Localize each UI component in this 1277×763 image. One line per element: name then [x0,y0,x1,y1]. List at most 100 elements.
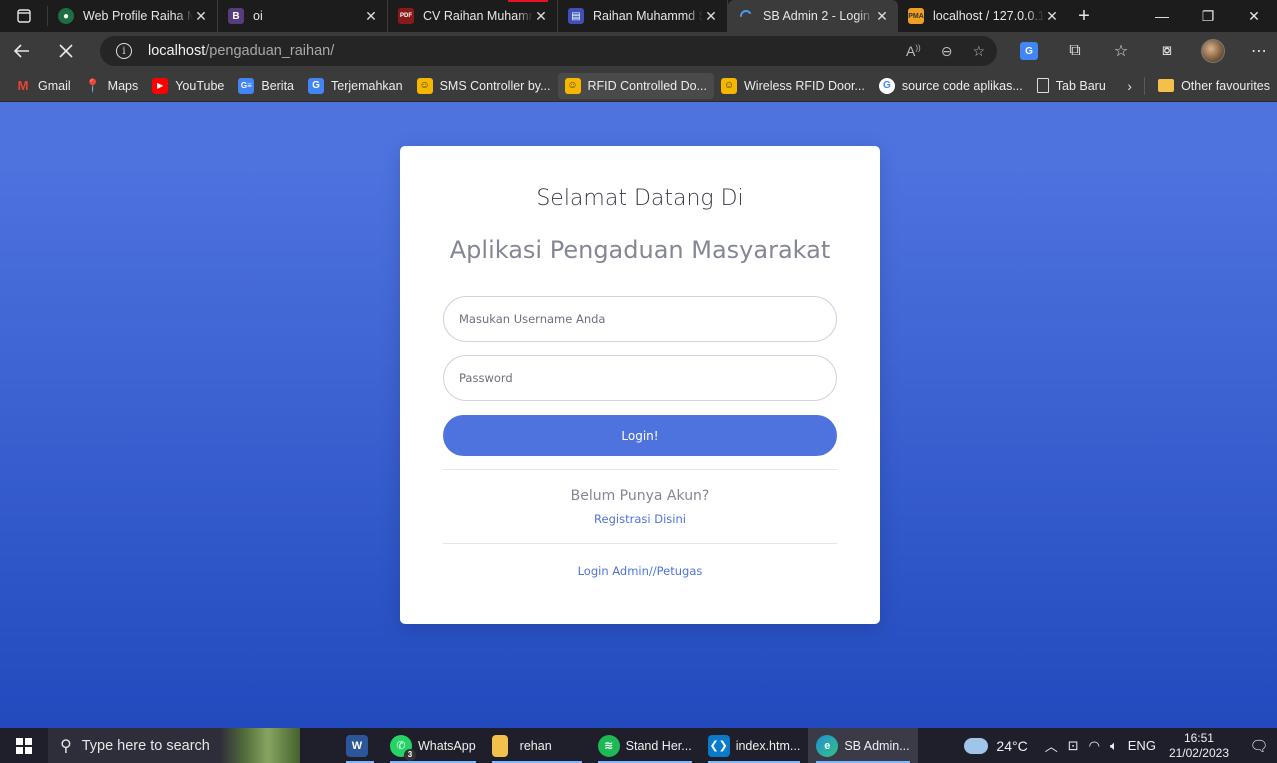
zoom-icon[interactable]: ⊖ [941,43,953,60]
taskbar-app-edge[interactable]: e SB Admin... [808,728,918,763]
tab-actions-button[interactable] [0,6,48,26]
weather-widget[interactable]: 24°C [961,734,1028,754]
close-tab-icon[interactable]: ✕ [703,8,719,25]
clock[interactable]: 16:51 21/02/2023 [1169,731,1229,761]
search-icon: ⚲ [60,737,72,755]
browser-tab[interactable]: PMA localhost / 127.0.0.1 ✕ [898,0,1068,32]
taskbar-app-whatsapp[interactable]: ✆ 3 WhatsApp [382,728,484,763]
app-title: Aplikasi Pengaduan Masyarakat [449,236,831,264]
username-input[interactable] [443,296,837,342]
read-aloud-icon[interactable]: A)) [906,43,921,60]
tab-title: CV Raihan Muhamm [423,9,533,23]
translate-icon: G [1020,42,1038,60]
address-bar[interactable]: i localhost /pengaduan_raihan/ A)) ⊖ ☆ [100,36,997,66]
close-tab-icon[interactable]: ✕ [363,8,379,25]
stop-loading-button[interactable] [44,32,88,70]
language-indicator[interactable]: ENG [1128,738,1156,753]
taskbar-app-spotify[interactable]: ≋ Stand Her... [590,728,700,763]
close-tab-icon[interactable]: ✕ [533,8,549,25]
divider [443,543,837,544]
bookmark-tab-baru[interactable]: Tab Baru [1030,73,1113,99]
bookmark-label: Berita [261,78,295,93]
bookmark-maps[interactable]: 📍 Maps [78,73,146,99]
notification-center-icon[interactable]: 🗨︎ [1241,737,1277,755]
show-hidden-icons-chevron-icon[interactable]: ︿ [1045,736,1058,755]
bookmark-terjemahkan[interactable]: G Terjemahkan [301,73,410,99]
login-button[interactable]: Login! [443,415,837,456]
volume-icon[interactable]: 🔈︎ [1110,738,1118,754]
collections-button[interactable]: ⧇ [1144,32,1190,70]
register-link[interactable]: Registrasi Disini [400,512,880,526]
site-info-icon[interactable]: i [116,43,132,59]
gmail-icon: M [17,78,29,93]
window-controls: — ❐ ✕ [1139,0,1277,32]
bookmark-youtube[interactable]: ▶ YouTube [145,73,231,99]
settings-menu-button[interactable]: ⋯ [1236,32,1277,70]
taskbar-app-explorer[interactable]: rehan [484,728,590,763]
profile-button[interactable] [1190,32,1236,70]
tab-actions-icon [16,9,31,23]
browser-tab[interactable]: PDF CV Raihan Muhamm ✕ [388,0,558,32]
bookmark-label: RFID Controlled Do... [587,78,707,93]
more-options-icon: ⋯ [1251,43,1267,60]
bookmark-label: Gmail [38,78,71,93]
tab-title: oi [253,9,263,23]
youtube-icon: ▶ [152,77,169,94]
wifi-icon[interactable]: ◠ [1089,738,1100,754]
new-tab-button[interactable]: + [1068,0,1100,32]
minimize-button[interactable]: — [1139,0,1185,32]
taskbar-app-label: index.htm... [735,738,801,753]
bookmark-rfid-controlled[interactable]: ☺ RFID Controlled Do... [557,72,714,99]
browser-tab[interactable]: B oi ✕ [218,0,388,32]
close-tab-icon[interactable]: ✕ [874,8,890,25]
bookmark-label: source code aplikas... [901,78,1023,93]
taskbar-app-label: WhatsApp [418,738,476,753]
extensions-button[interactable]: ⧉ [1052,32,1098,70]
clock-date: 21/02/2023 [1168,745,1229,760]
instructables-icon: ☺ [416,77,433,94]
browser-tab[interactable]: ▤ Raihan Muhammd S ✕ [558,0,728,32]
admin-login-link[interactable]: Login Admin//Petugas [400,564,880,578]
search-placeholder: Type here to search [81,737,210,754]
search-highlight-image [220,728,300,763]
bootstrap-icon: B [228,8,244,24]
close-tab-icon[interactable]: ✕ [1044,8,1060,25]
restore-button[interactable]: ❐ [1185,0,1231,32]
password-input[interactable] [443,355,837,401]
close-window-button[interactable]: ✕ [1231,0,1277,32]
news-icon: G≡ [238,77,255,94]
bookmark-label: Maps [107,78,139,93]
taskbar-app-label: rehan [519,738,552,753]
other-favourites-folder[interactable]: Other favourites [1151,73,1277,99]
maps-pin-icon: 📍 [84,77,101,93]
meet-now-icon[interactable]: ⊡ [1068,738,1079,754]
bookmark-berita[interactable]: G≡ Berita [231,73,301,99]
toolbar-actions: G ⧉ ☆ ⧇ ⋯ [1006,32,1277,70]
bookmark-sms-controller[interactable]: ☺ SMS Controller by... [410,73,558,99]
taskbar-app-vscode[interactable]: ❮❯ index.htm... [700,728,809,763]
favorite-star-icon[interactable]: ☆ [972,43,985,60]
app-icon: ▤ [568,8,584,24]
taskbar-search[interactable]: ⚲ Type here to search [48,728,300,763]
collections-icon: ⧇ [1161,42,1173,59]
taskbar-app-label: Stand Her... [625,738,692,753]
start-button[interactable] [0,728,48,763]
bookmark-label: Terjemahkan [331,78,403,93]
favorites-button[interactable]: ☆ [1098,32,1144,70]
browser-tab[interactable]: ● Web Profile Raiha M ✕ [48,0,218,32]
translate-button[interactable]: G [1006,32,1052,70]
bookmark-wireless-rfid[interactable]: ☺ Wireless RFID Door... [714,73,872,99]
bookmark-source-code[interactable]: G source code aplikas... [872,73,1030,99]
close-tab-icon[interactable]: ✕ [193,8,209,25]
taskbar-app-word[interactable]: W [338,728,382,763]
folder-icon [1158,79,1175,92]
more-bookmarks-chevron-icon[interactable]: › [1121,78,1139,94]
bookmark-gmail[interactable]: M Gmail [8,73,78,99]
browser-tab-active[interactable]: SB Admin 2 - Login ✕ [728,0,898,32]
divider [443,469,837,470]
whatsapp-icon: ✆ 3 [390,734,416,761]
loading-icon [738,8,754,24]
tab-title: localhost / 127.0.0.1 [933,9,1044,23]
audio-indicator [508,0,548,2]
back-button[interactable] [0,32,44,70]
